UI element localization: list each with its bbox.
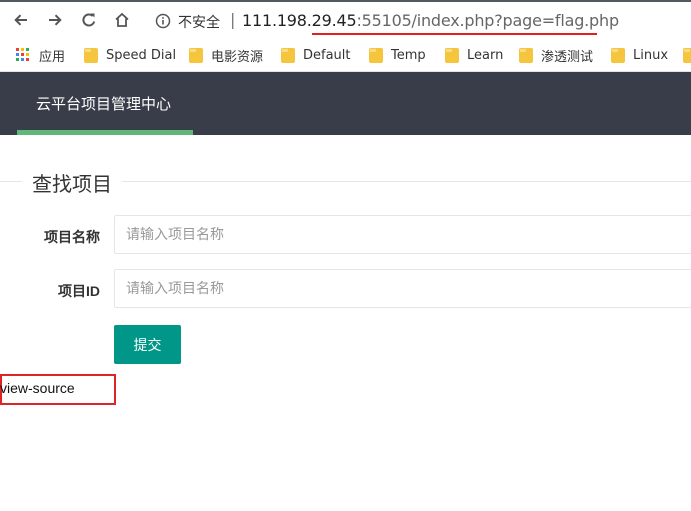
reload-icon <box>82 13 96 27</box>
folder-icon <box>519 47 533 63</box>
address-bar[interactable]: 111.198.29.45:55105/index.php?page=flag.… <box>242 11 619 30</box>
folder-icon <box>683 47 691 63</box>
bookmark-default[interactable]: Default <box>281 46 351 64</box>
url-host: 111.198.29.45 <box>242 11 357 30</box>
back-arrow-icon <box>14 14 27 26</box>
bookmark-movies[interactable]: 电影资源 <box>189 46 264 65</box>
bookmark-overflow[interactable] <box>683 46 691 64</box>
info-icon[interactable] <box>154 12 172 30</box>
bookmarks-bar: 应用 Speed Dial 电影资源 Default Temp Learn 渗透… <box>0 38 691 72</box>
bookmark-speed-dial[interactable]: Speed Dial <box>84 46 176 64</box>
reload-button[interactable] <box>77 8 101 32</box>
project-name-input[interactable] <box>114 215 691 254</box>
folder-icon <box>281 47 295 63</box>
app-title[interactable]: 云平台项目管理中心 <box>36 93 171 114</box>
home-button[interactable] <box>110 8 134 32</box>
bookmark-label: Linux <box>633 47 669 63</box>
bookmark-learn[interactable]: Learn <box>445 46 503 64</box>
form-legend: 查找项目 <box>22 168 122 197</box>
url-annotation-underline <box>312 33 597 35</box>
forward-arrow-icon <box>49 14 62 26</box>
bookmark-temp[interactable]: Temp <box>369 46 426 64</box>
address-separator: | <box>230 10 236 29</box>
folder-icon <box>445 47 459 63</box>
security-status[interactable]: 不安全 <box>178 12 220 32</box>
browser-toolbar: 不安全 | 111.198.29.45:55105/index.php?page… <box>0 0 691 38</box>
nav-active-indicator <box>17 130 193 135</box>
bookmark-label: Learn <box>467 47 504 63</box>
bookmark-linux[interactable]: Linux <box>611 46 668 64</box>
bookmark-apps[interactable]: 应用 <box>16 46 66 65</box>
project-id-input[interactable] <box>114 269 691 308</box>
project-id-label: 项目ID <box>58 283 100 299</box>
back-button[interactable] <box>9 8 33 32</box>
apps-icon <box>16 48 30 62</box>
submit-button[interactable]: 提交 <box>114 325 181 364</box>
home-icon <box>115 12 129 27</box>
url-path: :55105/index.php?page=flag.php <box>356 11 619 30</box>
bookmark-label: Speed Dial <box>106 47 177 63</box>
bookmark-label: 渗透测试 <box>541 49 594 65</box>
folder-icon <box>189 47 203 63</box>
forward-button[interactable] <box>43 8 67 32</box>
bookmark-label: 应用 <box>39 49 66 65</box>
folder-icon <box>369 47 383 63</box>
app-header: 云平台项目管理中心 <box>0 72 691 135</box>
bookmark-label: Temp <box>391 47 426 63</box>
bookmark-label: 电影资源 <box>211 49 264 65</box>
folder-icon <box>611 47 625 63</box>
bookmark-label: Default <box>303 47 351 63</box>
folder-icon <box>84 47 98 63</box>
view-source-text: view-source <box>0 380 75 396</box>
project-name-label: 项目名称 <box>44 229 100 245</box>
bookmark-pentest[interactable]: 渗透测试 <box>519 46 594 65</box>
